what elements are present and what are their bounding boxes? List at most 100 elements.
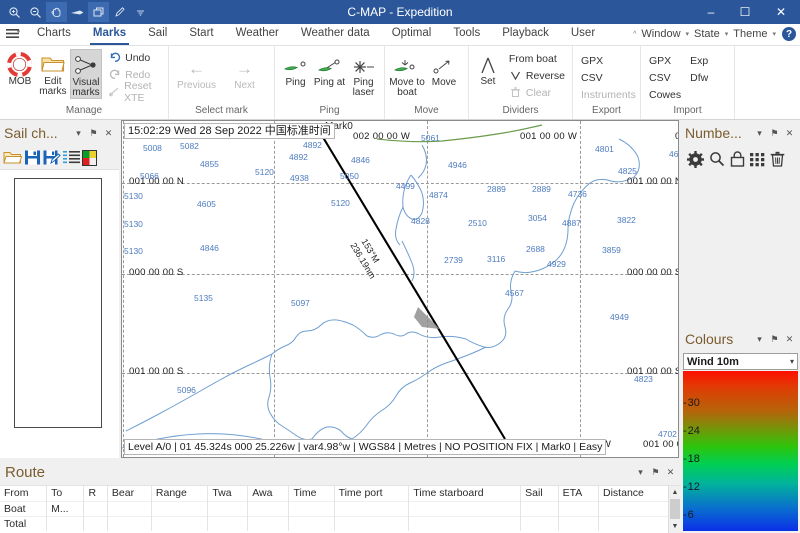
ping-button[interactable]: Ping <box>279 52 312 88</box>
column-header-eta[interactable]: ETA <box>558 486 600 501</box>
panel-close-icon[interactable]: ✕ <box>664 465 677 479</box>
window-restore-icon[interactable] <box>88 2 109 22</box>
tab-charts[interactable]: Charts <box>26 23 82 45</box>
lock-icon[interactable] <box>730 151 745 167</box>
import-exp-button[interactable]: Exp <box>686 53 712 70</box>
import-dfw-button[interactable]: Dfw <box>686 70 712 87</box>
ping-laser-button[interactable]: Ping laser <box>347 52 380 98</box>
column-header-r[interactable]: R <box>83 486 108 501</box>
from-boat-button[interactable]: From boat <box>506 50 568 67</box>
tab-weather-data[interactable]: Weather data <box>290 23 381 45</box>
colours-icon[interactable] <box>82 149 98 166</box>
tab-user[interactable]: User <box>560 23 606 45</box>
pan-hand-icon[interactable] <box>46 2 67 22</box>
panel-pin-icon[interactable]: ⚑ <box>87 126 100 140</box>
chart-view[interactable]: Mark0 153°M 236.19nm 002 00 00 W 001 00 … <box>121 120 679 458</box>
qat-overflow-icon[interactable] <box>130 2 151 22</box>
minimize-button[interactable]: – <box>694 0 728 24</box>
column-header-awa[interactable]: Awa <box>247 486 290 501</box>
ping-at-button[interactable]: Ping at <box>313 52 346 88</box>
panel-dropdown-icon[interactable]: ▾ <box>753 332 766 346</box>
gear-icon[interactable] <box>687 150 704 168</box>
tab-weather[interactable]: Weather <box>225 23 290 45</box>
panel-dropdown-icon[interactable]: ▾ <box>634 465 647 479</box>
scroll-up-icon[interactable]: ▲ <box>669 486 681 499</box>
ping-at-icon <box>316 56 344 78</box>
panel-dropdown-icon[interactable]: ▾ <box>72 126 85 140</box>
route-scrollbar[interactable]: ▲ ▼ <box>668 486 681 533</box>
close-button[interactable]: ✕ <box>762 0 800 24</box>
maximize-button[interactable]: ☐ <box>728 0 762 24</box>
panel-pin-icon[interactable]: ⚑ <box>649 465 662 479</box>
table-row[interactable]: Boat M... <box>0 500 681 516</box>
numbers-body[interactable] <box>681 172 800 326</box>
panel-close-icon[interactable]: ✕ <box>783 126 796 140</box>
tab-sail[interactable]: Sail <box>137 23 178 45</box>
tab-tools[interactable]: Tools <box>442 23 491 45</box>
grid-icon[interactable] <box>750 152 765 167</box>
panel-pin-icon[interactable]: ⚑ <box>768 126 781 140</box>
table-row[interactable]: Total <box>0 515 681 531</box>
column-header-time-starboard[interactable]: Time starboard <box>408 486 522 501</box>
list-icon[interactable] <box>63 150 80 165</box>
move-to-boat-button[interactable]: Move to boat <box>389 52 425 98</box>
pen-icon[interactable] <box>109 2 130 22</box>
panel-dropdown-icon[interactable]: ▾ <box>753 126 766 140</box>
tab-start[interactable]: Start <box>178 23 224 45</box>
column-header-twa[interactable]: Twa <box>207 486 249 501</box>
search-icon[interactable] <box>709 151 725 167</box>
column-header-time-port[interactable]: Time port <box>334 486 410 501</box>
window-menu[interactable]: Window <box>638 28 683 40</box>
column-header-range[interactable]: Range <box>151 486 209 501</box>
scroll-thumb[interactable] <box>670 499 680 519</box>
move-button[interactable]: Move <box>426 52 462 88</box>
depth-sounding: 2688 <box>526 244 545 254</box>
previous-mark-button[interactable]: ← Previous <box>173 54 220 91</box>
scroll-down-icon[interactable]: ▼ <box>669 520 681 533</box>
column-header-bear[interactable]: Bear <box>107 486 152 501</box>
depth-sounding: 4605 <box>197 199 216 209</box>
set-dividers-button[interactable]: Set <box>473 50 503 87</box>
reverse-button[interactable]: Reverse <box>506 67 568 84</box>
column-header-distance[interactable]: Distance <box>598 486 670 501</box>
tab-optimal[interactable]: Optimal <box>381 23 443 45</box>
zoom-out-icon[interactable] <box>25 2 46 22</box>
column-header-to[interactable]: To <box>46 486 85 501</box>
import-cowes-button[interactable]: Cowes <box>645 87 685 104</box>
import-csv-button[interactable]: CSV <box>645 70 685 87</box>
panel-close-icon[interactable]: ✕ <box>102 126 115 140</box>
quick-access-toolbar <box>4 2 151 22</box>
export-gpx-button[interactable]: GPX <box>577 53 640 70</box>
column-header-time[interactable]: Time <box>288 486 335 501</box>
panel-close-icon[interactable]: ✕ <box>783 332 796 346</box>
cell-time <box>288 500 335 516</box>
tab-playback[interactable]: Playback <box>491 23 560 45</box>
mob-button[interactable]: MOB <box>4 49 36 87</box>
help-icon[interactable]: ? <box>782 27 796 41</box>
tab-marks[interactable]: Marks <box>82 23 137 45</box>
colour-parameter-select[interactable]: Wind 10m ▾ <box>683 353 798 370</box>
cell-from: Boat <box>0 500 48 516</box>
panel-pin-icon[interactable]: ⚑ <box>768 332 781 346</box>
zoom-in-icon[interactable] <box>4 2 25 22</box>
column-header-sail[interactable]: Sail <box>520 486 559 501</box>
export-csv-button[interactable]: CSV <box>577 70 640 87</box>
edit-marks-button[interactable]: Edit marks <box>37 49 69 97</box>
save-icon[interactable] <box>24 149 41 166</box>
colours-panel-header: Colours ▾ ⚑ ✕ <box>681 326 800 352</box>
main-menu-button[interactable]: ▾ <box>0 23 26 45</box>
import-gpx-button[interactable]: GPX <box>645 53 685 70</box>
open-folder-icon[interactable] <box>3 149 22 166</box>
undo-button[interactable]: Undo <box>105 49 164 66</box>
theme-menu[interactable]: Theme <box>730 28 770 40</box>
next-mark-button[interactable]: → Next <box>221 54 268 91</box>
sail-chart-canvas[interactable] <box>0 170 119 458</box>
visual-marks-button[interactable]: Visual marks <box>69 49 103 99</box>
save-as-icon[interactable] <box>43 149 61 166</box>
state-menu[interactable]: State <box>691 28 723 40</box>
boat-icon[interactable] <box>67 2 88 22</box>
chart-canvas[interactable]: Mark0 153°M 236.19nm 002 00 00 W 001 00 … <box>122 121 678 457</box>
column-header-from[interactable]: From <box>0 486 48 501</box>
trash-icon[interactable] <box>770 151 785 167</box>
route-table[interactable]: From To R Bear Range Twa Awa Time Time p… <box>0 485 681 533</box>
